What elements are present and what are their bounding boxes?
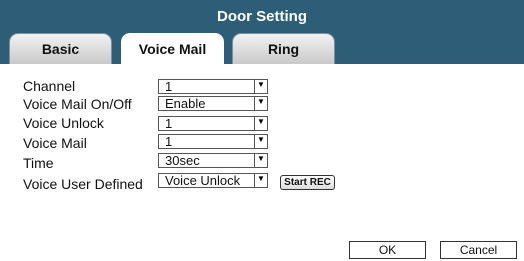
voice-unlock-label: Voice Unlock <box>23 115 104 131</box>
ok-button[interactable]: OK <box>349 241 426 259</box>
dropdown-arrow-icon[interactable]: ▼ <box>254 97 267 110</box>
dropdown-arrow-icon[interactable]: ▼ <box>254 117 267 130</box>
voice-mail-label: Voice Mail <box>23 135 87 151</box>
tab-voice-mail[interactable]: Voice Mail <box>121 33 224 65</box>
channel-select[interactable]: 1 ▼ <box>158 79 268 94</box>
voice-mail-onoff-label: Voice Mail On/Off <box>23 96 132 112</box>
tab-ring[interactable]: Ring <box>232 33 335 64</box>
window-title: Door Setting <box>217 8 307 25</box>
channel-label: Channel <box>23 78 76 94</box>
channel-value: 1 <box>165 79 173 94</box>
time-value: 30sec <box>165 153 200 168</box>
voice-user-defined-select[interactable]: Voice Unlock ▼ <box>158 173 268 188</box>
voice-user-defined-label: Voice User Defined <box>23 176 143 192</box>
voice-mail-onoff-value: Enable <box>165 96 206 111</box>
voice-mail-select[interactable]: 1 ▼ <box>158 134 268 149</box>
dropdown-arrow-icon[interactable]: ▼ <box>254 154 267 167</box>
start-rec-button[interactable]: Start REC <box>280 175 335 190</box>
tab-basic[interactable]: Basic <box>9 33 112 64</box>
voice-mail-onoff-select[interactable]: Enable ▼ <box>158 96 268 111</box>
voice-mail-value: 1 <box>165 134 173 149</box>
time-select[interactable]: 30sec ▼ <box>158 153 268 168</box>
dropdown-arrow-icon[interactable]: ▼ <box>254 80 267 93</box>
cancel-button[interactable]: Cancel <box>440 241 517 259</box>
time-label: Time <box>23 155 54 171</box>
voice-user-defined-value: Voice Unlock <box>165 173 241 188</box>
voice-unlock-value: 1 <box>165 116 173 131</box>
dropdown-arrow-icon[interactable]: ▼ <box>254 135 267 148</box>
dropdown-arrow-icon[interactable]: ▼ <box>254 174 267 187</box>
title-bar: Door Setting Basic Voice Mail Ring <box>0 0 524 65</box>
voice-unlock-select[interactable]: 1 ▼ <box>158 116 268 131</box>
